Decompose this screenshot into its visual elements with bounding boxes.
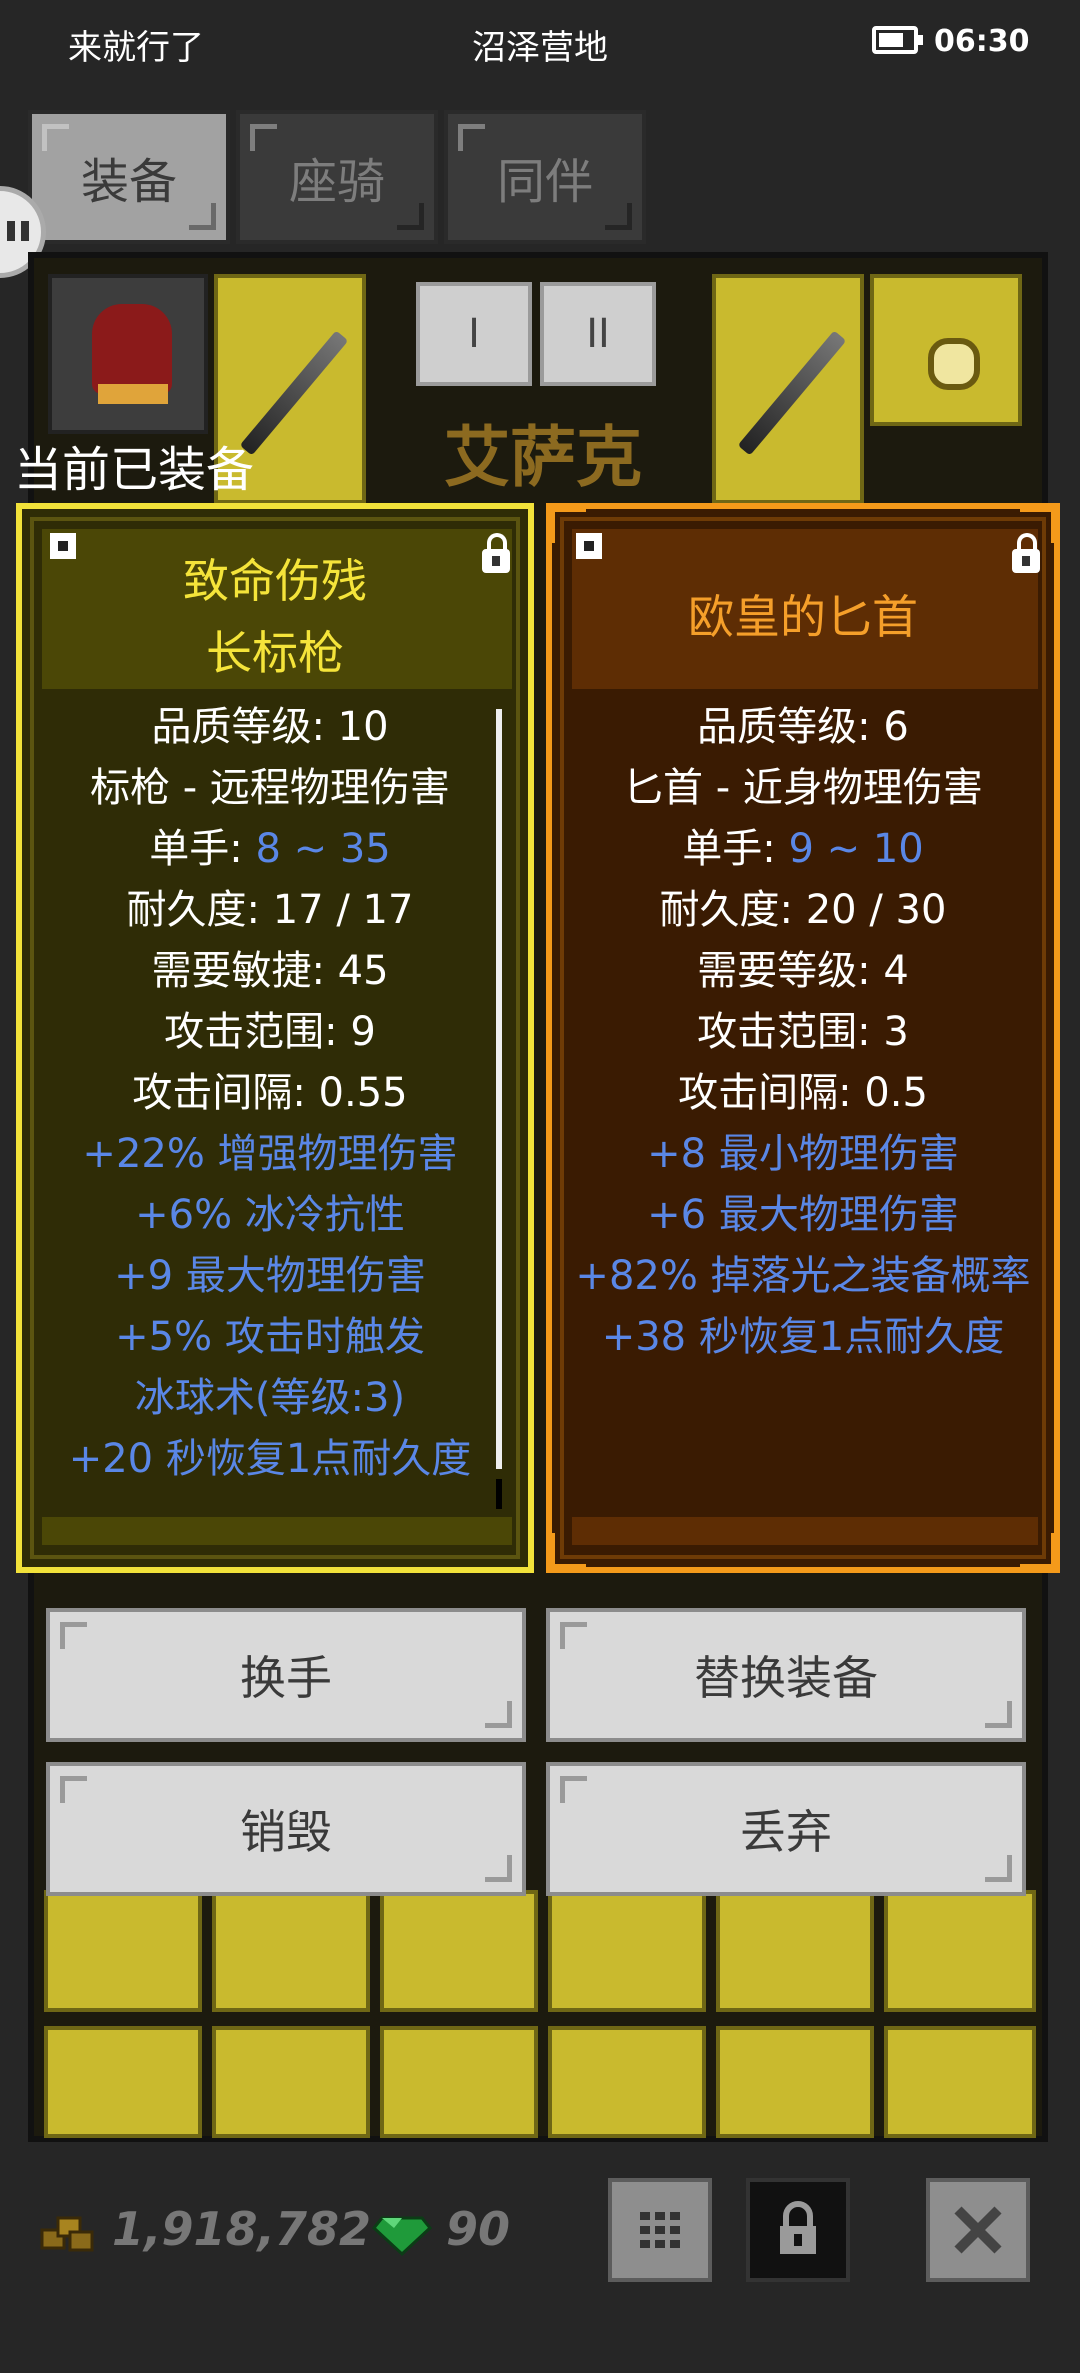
corner-ornament-icon [1020,1533,1056,1569]
affix: +6% 冰冷抗性 [135,1192,405,1238]
status-left-text: 来就行了 [68,28,204,68]
affix: +38 秒恢复1点耐久度 [601,1314,1005,1360]
affix: +9 最大物理伤害 [114,1253,426,1299]
inventory-slot[interactable] [716,1890,874,2012]
discard-button[interactable]: 丢弃 [546,1762,1026,1896]
inventory-slot[interactable] [380,2026,538,2138]
weapon-type: 标枪 - 远程物理伤害 [90,765,450,811]
gold-amount: 1,918,782 [112,2202,371,2256]
equipped-item-title-line1: 致命伤残 [183,554,367,608]
quality-level: 品质等级: 6 [697,704,909,750]
equipped-item-stats: 品质等级: 10 标枪 - 远程物理伤害 单手: 8 ~ 35 耐久度: 17 … [22,697,518,1490]
lock-toggle-button[interactable] [746,2178,850,2282]
hand-label: 单手: [149,826,256,872]
attack-interval: 攻击间隔: 0.5 [678,1070,928,1116]
set-button-2[interactable]: II [540,282,656,386]
grid-icon [640,2212,680,2248]
destroy-button[interactable]: 销毁 [46,1762,526,1896]
clock: 06:30 [934,24,1030,59]
character-name: 艾萨克 [444,419,642,496]
inventory-slot[interactable] [716,2026,874,2138]
replace-equipment-label: 替换装备 [694,1651,878,1705]
inventory-slot[interactable] [548,2026,706,2138]
damage-value: 9 ~ 10 [788,826,924,872]
tab-equipment-label: 装备 [80,154,177,210]
inventory-slot[interactable] [884,2026,1036,2138]
weapon-type: 匕首 - 近身物理伤害 [623,765,983,811]
stats-scrollbar-end [496,1479,502,1509]
durability: 耐久度: 17 / 17 [126,887,414,933]
inventory-slot[interactable] [212,1890,370,2012]
tab-mount-label: 座骑 [288,154,385,210]
swap-hand-button[interactable]: 换手 [46,1608,526,1742]
set-button-1[interactable]: I [416,282,532,386]
stats-scrollbar[interactable] [496,709,502,1469]
equipped-item-title-line2: 长标枪 [206,626,344,680]
hand-label: 单手: [682,826,789,872]
inventory-slot[interactable] [44,1890,202,2012]
tab-equipment[interactable]: 装备 [28,110,230,244]
gold-coins-icon [38,2210,96,2254]
affix: +5% 攻击时触发 [115,1314,425,1360]
damage-line: 单手: 9 ~ 10 [552,819,1054,880]
tab-mount[interactable]: 座骑 [236,110,438,244]
tab-companion[interactable]: 同伴 [444,110,646,244]
replace-equipment-button[interactable]: 替换装备 [546,1608,1026,1742]
location-name: 沼泽营地 [472,28,608,68]
quality-level: 品质等级: 10 [151,704,389,750]
helmet-slot[interactable] [48,274,208,434]
battery-icon [872,26,923,54]
discard-label: 丢弃 [740,1805,832,1859]
affix: +22% 增强物理伤害 [82,1131,458,1177]
damage-line: 单手: 8 ~ 35 [22,819,518,880]
requirement: 需要敏捷: 45 [151,948,389,994]
attack-interval: 攻击间隔: 0.55 [132,1070,408,1116]
compare-item-stats: 品质等级: 6 匕首 - 近身物理伤害 单手: 9 ~ 10 耐久度: 20 /… [552,697,1054,1368]
durability: 耐久度: 20 / 30 [659,887,947,933]
grid-view-button[interactable] [608,2178,712,2282]
affix: +6 最大物理伤害 [647,1192,959,1238]
gem-amount: 90 [446,2202,511,2256]
close-icon [954,2206,1002,2254]
inventory-slot[interactable] [884,1890,1036,2012]
compare-item-card: 欧皇的匕首 品质等级: 6 匕首 - 近身物理伤害 单手: 9 ~ 10 耐久度… [546,503,1060,1573]
amulet-slot[interactable] [870,274,1022,426]
compare-item-title: 欧皇的匕首 [688,590,918,644]
affix: 冰球术(等级:3) [134,1375,406,1421]
swap-hand-label: 换手 [240,1651,332,1705]
corner-ornament-icon [550,1533,586,1569]
select-square-icon[interactable] [576,533,602,559]
equipped-item-card: 致命伤残 长标枪 品质等级: 10 标枪 - 远程物理伤害 单手: 8 ~ 35… [16,503,534,1573]
affix: +20 秒恢复1点耐久度 [68,1436,472,1482]
attack-range: 攻击范围: 9 [164,1009,376,1055]
lock-icon[interactable] [1012,533,1040,573]
affix: +8 最小物理伤害 [647,1131,959,1177]
affix: +82% 掉落光之装备概率 [575,1253,1031,1299]
destroy-label: 销毁 [240,1805,332,1859]
gem-icon [371,2208,433,2258]
inventory-slot[interactable] [548,1890,706,2012]
current-equipped-label: 当前已装备 [14,442,255,498]
close-button[interactable] [926,2178,1030,2282]
tab-companion-label: 同伴 [496,154,593,210]
inventory-slot[interactable] [44,2026,202,2138]
inventory-slot[interactable] [380,1890,538,2012]
requirement: 需要等级: 4 [697,948,909,994]
attack-range: 攻击范围: 3 [697,1009,909,1055]
lock-icon [780,2201,816,2254]
inventory-slot[interactable] [212,2026,370,2138]
damage-value: 8 ~ 35 [255,826,391,872]
weapon-slot-right[interactable] [712,274,864,504]
